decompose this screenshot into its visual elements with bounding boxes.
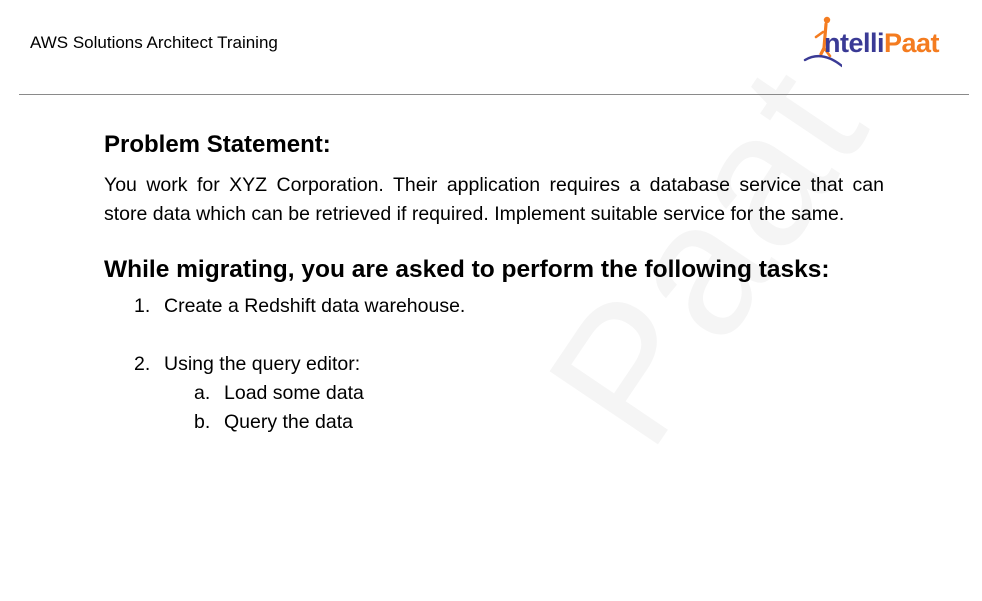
task-list: 1. Create a Redshift data warehouse. 2. … [104, 292, 884, 442]
list-item: 2. Using the query editor: [134, 353, 361, 375]
problem-body: You work for XYZ Corporation. Their appl… [104, 174, 884, 225]
list-item: 1. Create a Redshift data warehouse. [134, 295, 466, 317]
list-item: b. Query the data [194, 411, 353, 433]
header-divider [19, 94, 969, 95]
slide-page: Paat AWS Solutions Architect Training nt… [0, 0, 982, 601]
logo-wordmark: ntelliPaat [824, 28, 940, 58]
list-item: a. Load some data [194, 382, 364, 404]
tasks-heading: While migrating, you are asked to perfor… [104, 256, 830, 283]
intellipaat-logo: ntelliPaat [802, 14, 958, 72]
problem-heading: Problem Statement: [104, 131, 331, 158]
slide-content: Problem Statement: You work for XYZ Corp… [104, 128, 884, 442]
course-title: AWS Solutions Architect Training [30, 33, 278, 52]
